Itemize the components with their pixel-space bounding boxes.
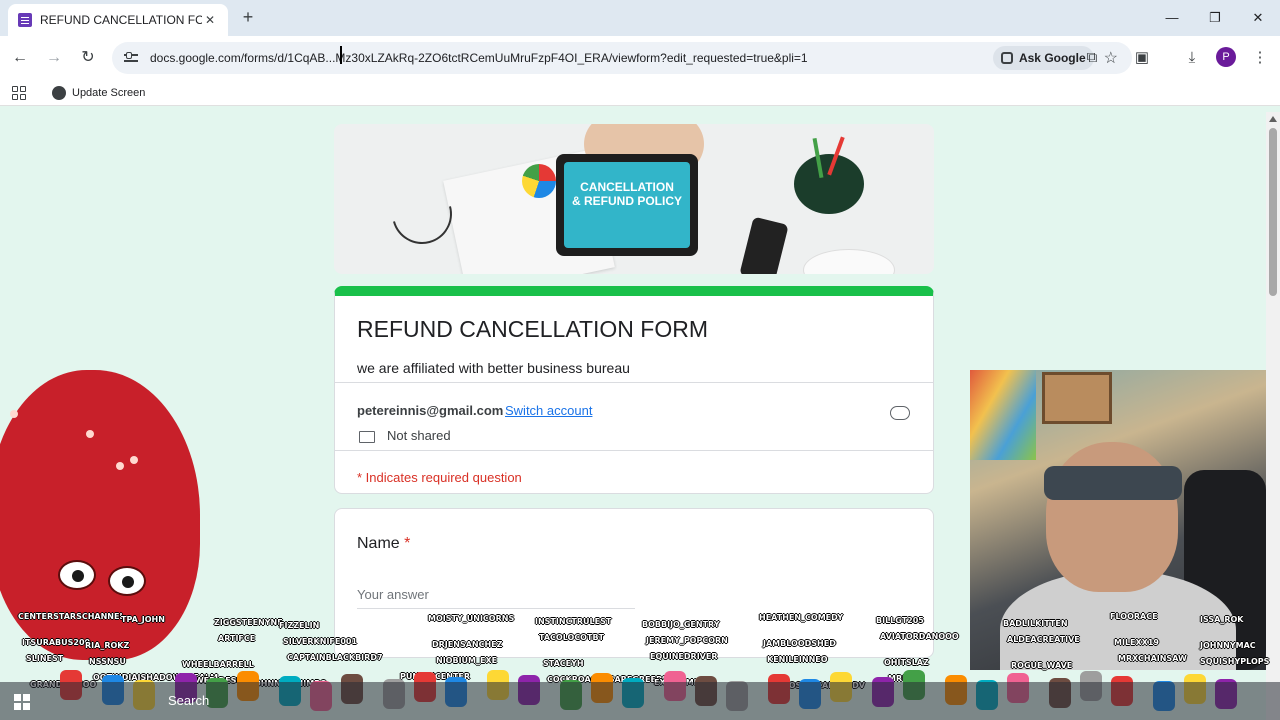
minimize-icon[interactable]: —	[1152, 6, 1192, 30]
viewer-name: ZIGGSTEENYNE	[214, 618, 283, 627]
scroll-thumb[interactable]	[1269, 128, 1277, 296]
google-forms-icon	[18, 13, 32, 27]
tab-strip: REFUND CANCELLATION FORM ✕ + — ❐ ✕	[0, 0, 1280, 36]
forward-icon[interactable]: →	[42, 46, 66, 70]
apps-grid-icon[interactable]	[12, 86, 26, 100]
address-bar[interactable]: docs.google.com/forms/d/1CqAB...Mz30xLZA…	[112, 42, 1132, 74]
viewer-name: PUNKINCENTER	[400, 672, 471, 681]
site-settings-icon[interactable]	[122, 49, 140, 67]
divider	[335, 450, 933, 451]
form-title-card: REFUND CANCELLATION FORM we are affiliat…	[334, 286, 934, 494]
update-icon	[52, 86, 66, 100]
switch-account-link[interactable]: Switch account	[505, 403, 592, 418]
tab-title: REFUND CANCELLATION FORM	[40, 13, 202, 27]
page-scrollbar[interactable]	[1266, 112, 1280, 720]
bookmark-star-icon[interactable]: ☆	[1104, 48, 1118, 68]
form-header-image: CANCELLATION & REFUND POLICY	[334, 124, 934, 274]
reading-list-icon[interactable]: ▣	[1130, 46, 1154, 70]
ask-google-label: Ask Google	[1018, 51, 1086, 65]
update-screen-label: Update Screen	[72, 87, 146, 99]
window-close-icon[interactable]: ✕	[1238, 6, 1278, 30]
back-icon[interactable]: ←	[8, 46, 32, 70]
not-shared-icon	[359, 431, 375, 443]
viewer-name: WHEELBARRELL	[182, 660, 254, 669]
name-input[interactable]: Your answer	[357, 587, 635, 609]
pen-cup-graphic	[794, 154, 864, 214]
viewer-name: FIZZELIN	[279, 621, 320, 630]
download-icon[interactable]: ⤓	[1180, 46, 1204, 70]
text-cursor-icon	[340, 46, 342, 64]
question-label: Name *	[357, 535, 411, 552]
phone-graphic	[739, 216, 789, 274]
bookmarks-bar: Update Screen	[0, 80, 1280, 106]
required-asterisk: *	[404, 535, 411, 552]
url-text[interactable]: docs.google.com/forms/d/1CqAB...Mz30xLZA…	[150, 51, 993, 65]
close-tab-icon[interactable]: ✕	[202, 13, 218, 27]
cartoon-character-overlay	[0, 370, 200, 660]
webcam-overlay	[970, 370, 1266, 670]
not-shared-label: Not shared	[387, 428, 451, 443]
ask-google-button[interactable]: Ask Google	[992, 46, 1094, 70]
reload-icon[interactable]: ↻	[76, 46, 100, 70]
taskbar-search[interactable]: Search	[168, 693, 209, 708]
viewer-name: OOTINDIAISHADOWSREALM	[93, 673, 219, 682]
question-card-name: Name * Your answer	[334, 508, 934, 658]
required-note: * Indicates required question	[357, 470, 522, 485]
windows-start-icon[interactable]	[14, 694, 30, 710]
pie-chart-graphic	[522, 164, 556, 198]
profile-avatar[interactable]: P	[1216, 47, 1236, 67]
form-description: we are affiliated with better business b…	[357, 360, 630, 376]
browser-tab[interactable]: REFUND CANCELLATION FORM ✕	[8, 4, 228, 36]
restore-icon[interactable]: ❐	[1195, 6, 1235, 30]
cloud-save-icon	[890, 406, 910, 420]
menu-kebab-icon[interactable]: ⋮	[1248, 46, 1272, 70]
banner-text: CANCELLATION & REFUND POLICY	[571, 180, 682, 208]
extensions-icon[interactable]: ⧉	[1080, 46, 1104, 70]
scroll-up-icon[interactable]	[1269, 116, 1277, 122]
form-title: REFUND CANCELLATION FORM	[357, 316, 708, 342]
windows-taskbar: Search	[0, 682, 1280, 720]
browser-toolbar: ← → ↻ docs.google.com/forms/d/1CqAB...Mz…	[0, 36, 1280, 80]
divider	[335, 382, 933, 383]
google-lens-icon	[1000, 52, 1013, 64]
viewer-name: STACEYH	[543, 659, 584, 668]
account-email: petereinnis@gmail.com	[357, 403, 504, 418]
viewer-name: OHITSLAZ	[884, 658, 929, 667]
new-tab-icon[interactable]: +	[238, 7, 258, 27]
viewer-name: ARTIFCE	[218, 634, 256, 643]
update-screen-bookmark[interactable]: Update Screen	[52, 84, 145, 102]
